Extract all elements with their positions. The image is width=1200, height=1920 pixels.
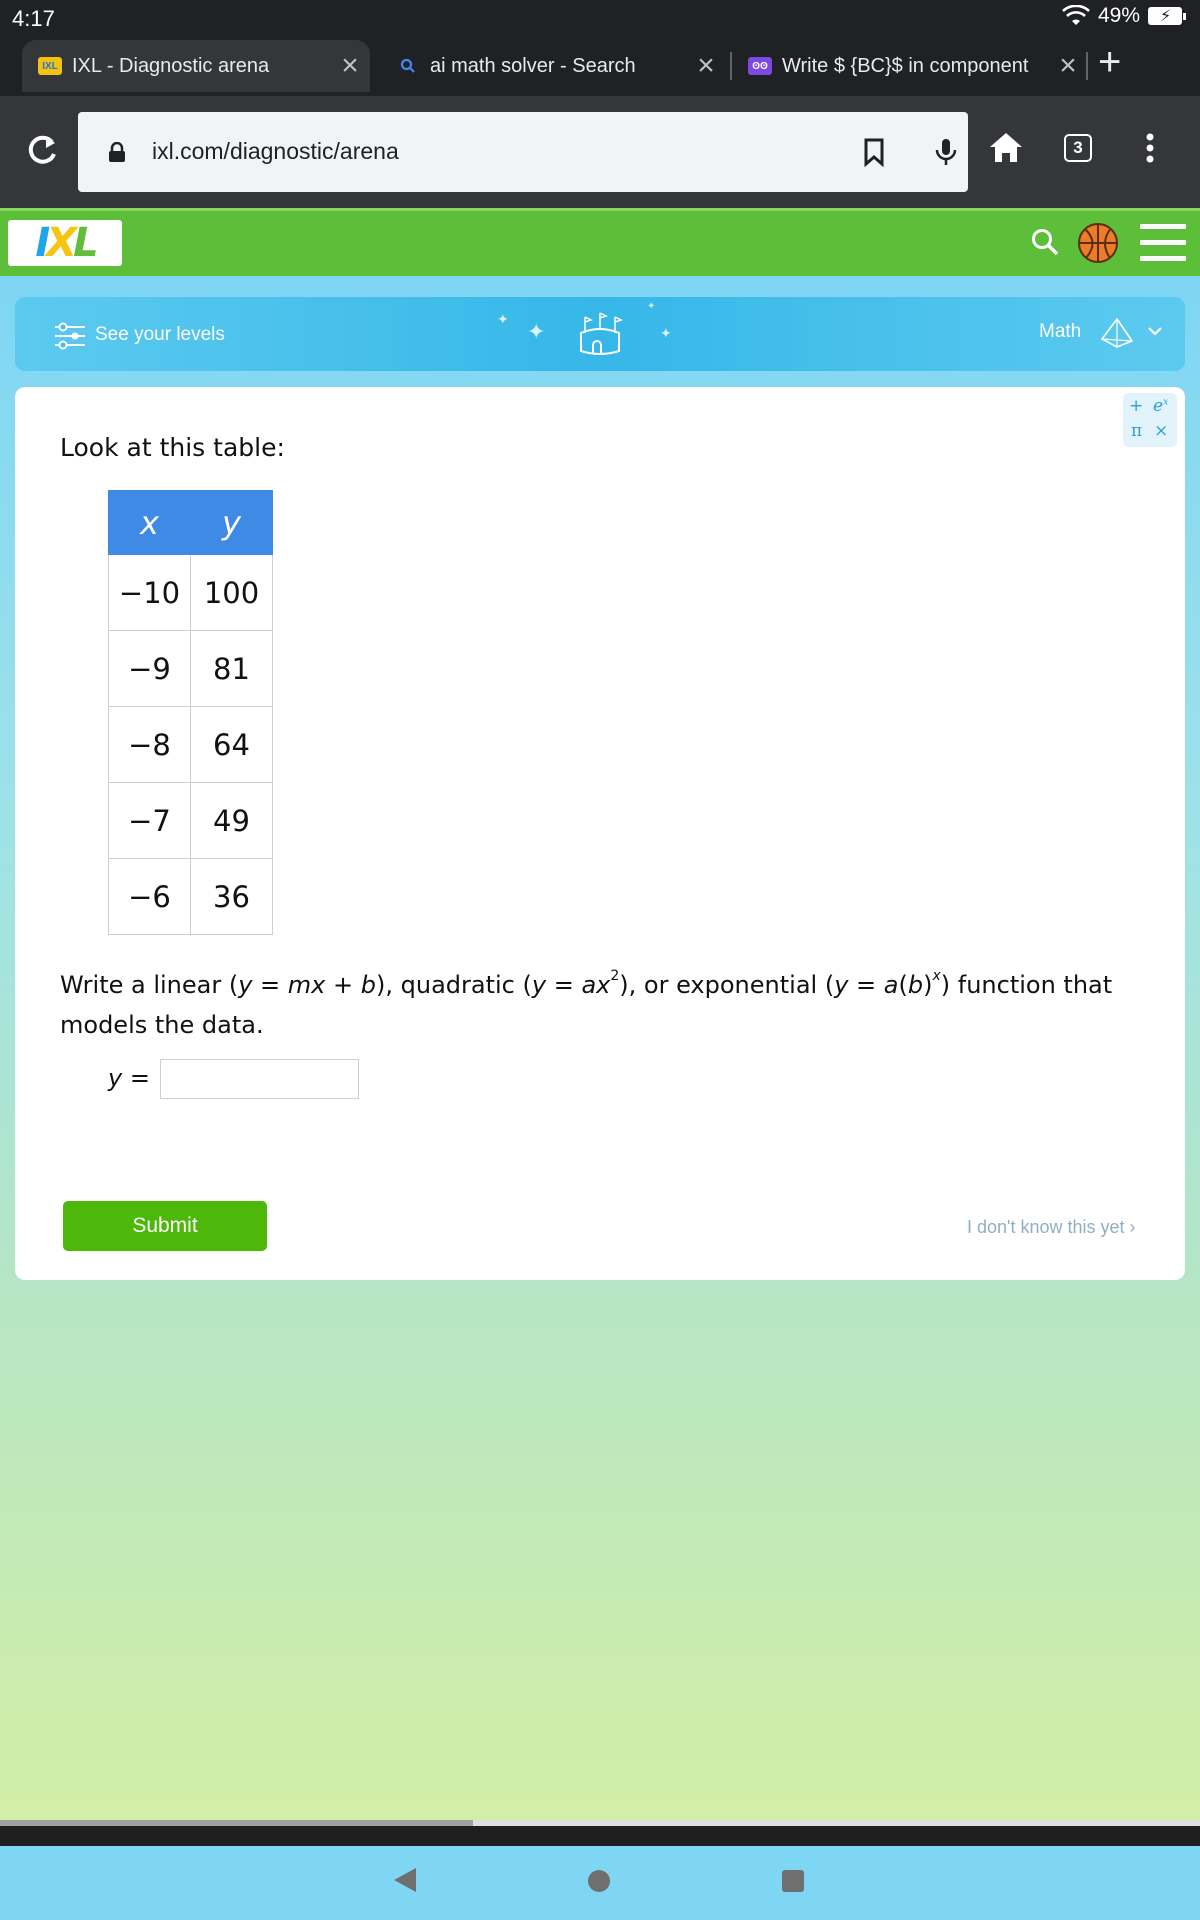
answer-input[interactable]: [160, 1059, 359, 1099]
more-menu-icon[interactable]: [1130, 128, 1170, 168]
avatar-basketball-icon[interactable]: [1078, 223, 1118, 263]
table-cell: 49: [190, 782, 273, 859]
tab-strip: IXL IXL - Diagnostic arena × ai math sol…: [0, 36, 1200, 96]
answer-label: y =: [108, 1064, 150, 1092]
battery-icon: ⚡: [1148, 7, 1186, 25]
subject-selector[interactable]: Math: [1039, 321, 1081, 343]
question-prompt: Look at this table:: [60, 433, 285, 462]
column-header-x: x: [108, 490, 191, 555]
tab-count-button[interactable]: 3: [1064, 134, 1092, 162]
table-cell: 36: [190, 858, 273, 935]
tab-search[interactable]: ai math solver - Search ×: [396, 40, 726, 92]
tab-separator: [730, 52, 732, 80]
reload-icon[interactable]: [22, 130, 62, 170]
levels-banner: See your levels ✦ ✦ ✦ ✦ Math: [15, 297, 1185, 371]
tab-separator: [1086, 52, 1088, 80]
scrollbar-thumb[interactable]: [0, 1820, 473, 1826]
url-text[interactable]: ixl.com/diagnostic/arena: [152, 138, 399, 165]
question-instruction: Write a linear (y = mx + b), quadratic (…: [60, 968, 1113, 1039]
sparkle-icon: ✦: [660, 325, 672, 341]
wifi-icon: [1062, 5, 1090, 25]
table-header-row: x y: [108, 490, 273, 555]
sparkle-icon: ✦: [497, 311, 509, 327]
table-row: −9 81: [108, 630, 273, 707]
table-cell: −8: [108, 706, 191, 783]
home-icon[interactable]: [986, 128, 1026, 168]
tab-write-bc[interactable]: ʘʘ Write $ {BC}$ in component ×: [748, 40, 1088, 92]
bookmark-icon[interactable]: [858, 136, 890, 168]
column-header-y: y: [190, 490, 273, 555]
see-levels-link[interactable]: See your levels: [95, 324, 225, 346]
table-cell: −9: [108, 630, 191, 707]
address-bar[interactable]: ixl.com/diagnostic/arena: [78, 112, 968, 192]
sparkle-icon: ✦: [527, 319, 546, 344]
tab-ixl[interactable]: IXL IXL - Diagnostic arena ×: [22, 40, 370, 92]
new-tab-button[interactable]: +: [1098, 42, 1121, 82]
table-row: −7 49: [108, 782, 273, 859]
lock-icon: [109, 142, 125, 162]
close-icon[interactable]: ×: [1048, 51, 1088, 81]
search-icon: [400, 58, 415, 73]
table-row: −10 100: [108, 554, 273, 631]
sparkle-icon: ✦: [647, 301, 656, 312]
tab-title: ai math solver - Search: [430, 54, 636, 77]
table-cell: −7: [108, 782, 191, 859]
ixl-favicon-icon: IXL: [38, 57, 62, 75]
browser-toolbar: ixl.com/diagnostic/arena 3: [0, 96, 1200, 208]
hamburger-menu-icon[interactable]: [1140, 224, 1186, 262]
table-cell: 64: [190, 706, 273, 783]
status-indicators: 49% ⚡: [1062, 4, 1186, 28]
status-bar: 4:17 49% ⚡: [0, 0, 1200, 36]
sliders-icon[interactable]: [53, 321, 87, 351]
recent-apps-icon[interactable]: [782, 1870, 804, 1892]
owl-favicon-icon: ʘʘ: [748, 57, 772, 75]
table-cell: 100: [190, 554, 273, 631]
table-cell: −6: [108, 858, 191, 935]
home-button-icon[interactable]: [588, 1870, 610, 1892]
close-icon[interactable]: ×: [330, 51, 370, 81]
ixl-header: IXL: [0, 208, 1200, 276]
tab-title: Write $ {BC}$ in component: [782, 54, 1029, 77]
data-table: x y −10 100 −9 81 −8 64 −7 49 −6 36: [108, 490, 273, 935]
table-cell: 81: [190, 630, 273, 707]
status-time: 4:17: [12, 6, 55, 31]
math-keyboard-icon[interactable]: + ex π ×: [1123, 393, 1177, 447]
microphone-icon[interactable]: [930, 136, 962, 168]
arena-castle-icon: [580, 312, 623, 355]
dont-know-link[interactable]: I don't know this yet ›: [967, 1217, 1136, 1238]
submit-button[interactable]: Submit: [63, 1201, 267, 1251]
search-icon[interactable]: [1030, 227, 1060, 257]
close-icon[interactable]: ×: [686, 51, 726, 81]
battery-percent: 49%: [1097, 4, 1140, 27]
ixl-logo[interactable]: IXL: [8, 220, 122, 266]
tab-title: IXL - Diagnostic arena: [72, 54, 270, 77]
system-nav-bar: [0, 1846, 1200, 1920]
chevron-down-icon[interactable]: [1147, 325, 1163, 337]
back-icon[interactable]: [392, 1866, 418, 1894]
pyramid-icon: [1100, 317, 1134, 348]
table-row: −8 64: [108, 706, 273, 783]
table-cell: −10: [108, 554, 191, 631]
table-row: −6 36: [108, 858, 273, 935]
question-card: + ex π × Look at this table: x y −10 100…: [15, 387, 1185, 1280]
